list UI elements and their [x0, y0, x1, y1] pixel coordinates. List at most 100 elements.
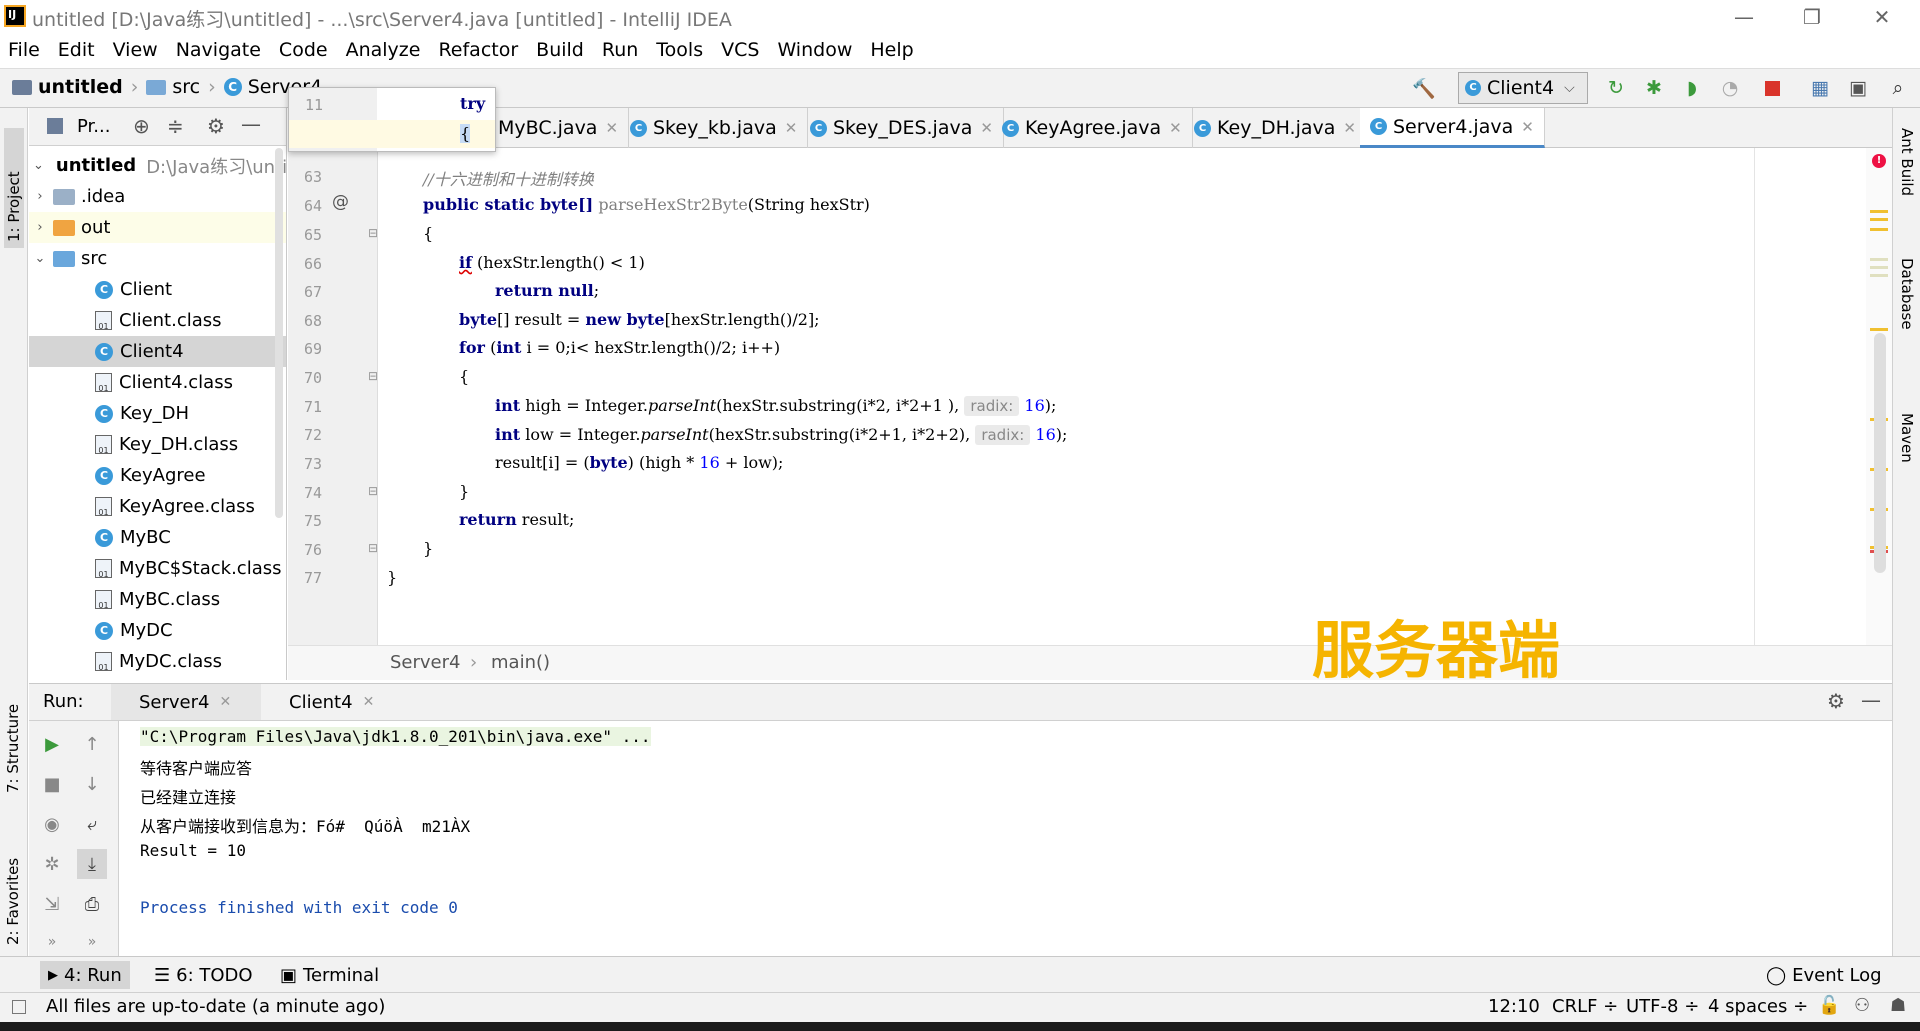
run-coverage-icon[interactable]: ◗ [1680, 76, 1704, 100]
structure-tool-tab[interactable]: 7: Structure [4, 673, 22, 793]
locate-target-icon[interactable]: ⊕ [133, 114, 150, 138]
gear-icon[interactable]: ⚙ [207, 114, 225, 138]
tree-item-key-dh[interactable]: C Key_DH [29, 398, 286, 429]
project-tool-tab[interactable]: 1: Project [4, 128, 24, 248]
tree-item-keyagree-class[interactable]: 01 KeyAgree.class [29, 491, 286, 522]
implements-marker-icon[interactable]: @ [332, 192, 349, 212]
breadcrumb-folder[interactable]: src [172, 76, 200, 98]
minimize-button[interactable]: — [1714, 0, 1774, 34]
tree-item-out[interactable]: › out [29, 212, 286, 243]
tree-item-client4[interactable]: C Client4 [29, 336, 286, 367]
close-icon[interactable]: ✕ [1169, 119, 1182, 137]
warning-mark[interactable] [1870, 218, 1888, 221]
info-mark[interactable] [1870, 258, 1888, 261]
indent-setting[interactable]: 4 spaces ÷ [1708, 996, 1808, 1017]
database-tool-tab[interactable]: Database [1898, 258, 1916, 330]
tree-item-mybc-stack-class[interactable]: 01 MyBC$Stack.class [29, 553, 286, 584]
editor-breadcrumb-class[interactable]: Server4 [390, 652, 460, 673]
rerun-play-icon[interactable]: ▶ [37, 729, 67, 759]
restore-button[interactable]: ❐ [1782, 0, 1842, 34]
tree-item-key-dh-class[interactable]: 01 Key_DH.class [29, 429, 286, 460]
run-tab-server4[interactable]: Server4 ✕ [111, 684, 261, 720]
tab-skey-kb[interactable]: C Skey_kb.java ✕ [620, 108, 809, 148]
tab-keyagree[interactable]: C KeyAgree.java ✕ [992, 108, 1193, 148]
close-icon[interactable]: ✕ [605, 119, 618, 137]
editor-breadcrumb-method[interactable]: main() [491, 652, 550, 673]
tree-item-idea[interactable]: › .idea [29, 181, 286, 212]
close-icon[interactable]: ✕ [1343, 119, 1356, 137]
menu-code[interactable]: Code [279, 39, 328, 61]
menu-view[interactable]: View [113, 39, 158, 61]
terminal-window-icon[interactable]: ▣ [1846, 76, 1870, 100]
close-icon[interactable]: ✕ [1521, 118, 1534, 136]
tab-key-dh[interactable]: C Key_DH.java ✕ [1184, 108, 1367, 148]
line-separator[interactable]: CRLF ÷ [1552, 996, 1618, 1017]
close-icon[interactable]: ✕ [785, 119, 798, 137]
menu-tools[interactable]: Tools [656, 39, 703, 61]
file-encoding[interactable]: UTF-8 ÷ [1626, 996, 1699, 1017]
tab-skey-des[interactable]: C Skey_DES.java ✕ [800, 108, 1004, 148]
menu-vcs[interactable]: VCS [721, 39, 759, 61]
tab-mybc[interactable]: MyBC.java ✕ [488, 108, 630, 148]
tree-item-mybc[interactable]: C MyBC [29, 522, 286, 553]
tree-item-mybc-class[interactable]: 01 MyBC.class [29, 584, 286, 615]
gear-icon[interactable]: ⚙ [1827, 689, 1845, 713]
stop-icon[interactable]: ■ [37, 769, 67, 799]
print-icon[interactable]: ⎙ [77, 889, 107, 919]
favorites-tool-tab[interactable]: 2: Favorites [4, 825, 22, 945]
hide-panel-icon[interactable]: — [241, 112, 261, 136]
soft-wrap-icon[interactable]: ⤶ [77, 809, 107, 839]
bottom-tab-todo[interactable]: ☰ 6: TODO [146, 961, 261, 989]
error-icon[interactable]: ! [1872, 154, 1886, 168]
close-button[interactable]: ✕ [1852, 0, 1912, 34]
build-hammer-icon[interactable]: 🔨 [1412, 76, 1436, 100]
project-scrollbar[interactable] [275, 148, 283, 518]
tree-item-keyagree[interactable]: C KeyAgree [29, 460, 286, 491]
bottom-tab-terminal[interactable]: ▣ Terminal [272, 961, 387, 989]
menu-help[interactable]: Help [870, 39, 913, 61]
menu-file[interactable]: File [8, 39, 40, 61]
tab-server4[interactable]: C Server4.java ✕ [1360, 108, 1545, 148]
project-view-select[interactable]: Pr... [77, 116, 110, 137]
menu-window[interactable]: Window [777, 39, 852, 61]
fold-marker-icon[interactable]: ⊟ [368, 541, 378, 555]
more-icon[interactable]: » [37, 927, 67, 957]
warning-mark[interactable] [1870, 228, 1888, 231]
tree-item-client-class[interactable]: 01 Client.class [29, 305, 286, 336]
bottom-tab-run[interactable]: ▶ 4: Run [40, 961, 130, 989]
menu-analyze[interactable]: Analyze [346, 39, 421, 61]
menu-navigate[interactable]: Navigate [176, 39, 261, 61]
run-configuration-select[interactable]: C Client4 ⌵ [1458, 72, 1588, 104]
scroll-to-end-icon[interactable]: ⤓ [77, 849, 107, 879]
warning-mark[interactable] [1870, 210, 1888, 213]
hide-panel-icon[interactable]: — [1861, 688, 1881, 712]
exit-icon[interactable]: ⇲ [37, 889, 67, 919]
arrow-down-icon[interactable]: ↓ [77, 769, 107, 799]
close-icon[interactable]: ✕ [219, 694, 231, 710]
console-output[interactable]: "C:\Program Files\Java\jdk1.8.0_201\bin\… [120, 721, 1892, 956]
collapse-all-icon[interactable]: ≑ [167, 114, 184, 138]
lock-icon[interactable]: 🔓 [1818, 995, 1840, 1016]
menu-refactor[interactable]: Refactor [438, 39, 518, 61]
tree-item-src[interactable]: ⌄ src [29, 243, 286, 274]
notifications-icon[interactable]: ☗ [1890, 995, 1906, 1016]
menu-edit[interactable]: Edit [58, 39, 95, 61]
code-editor[interactable]: 63 64 65 66 67 68 69 70 71 72 73 74 75 7… [288, 148, 1892, 645]
tree-item-client[interactable]: C Client [29, 274, 286, 305]
settings-icon[interactable]: ✲ [37, 849, 67, 879]
tree-root[interactable]: ⌄ untitled D:\Java练习\untitled [29, 150, 286, 181]
breadcrumb-project[interactable]: untitled [38, 76, 123, 98]
warning-mark[interactable] [1870, 328, 1888, 331]
fold-marker-icon[interactable]: ⊟ [368, 226, 378, 240]
tree-item-mydc-class[interactable]: 01 MyDC.class [29, 646, 286, 677]
fold-marker-icon[interactable]: ⊟ [368, 369, 378, 383]
more-icon[interactable]: » [77, 927, 107, 957]
stop-icon[interactable] [1760, 76, 1784, 100]
info-mark[interactable] [1870, 274, 1888, 277]
maven-tool-tab[interactable]: Maven [1898, 413, 1916, 463]
rerun-icon[interactable]: ↻ [1604, 76, 1628, 100]
info-mark[interactable] [1870, 266, 1888, 269]
menu-run[interactable]: Run [602, 39, 638, 61]
inspector-icon[interactable]: ⚇ [1854, 995, 1870, 1016]
toggle-panels-icon[interactable] [12, 1000, 26, 1014]
